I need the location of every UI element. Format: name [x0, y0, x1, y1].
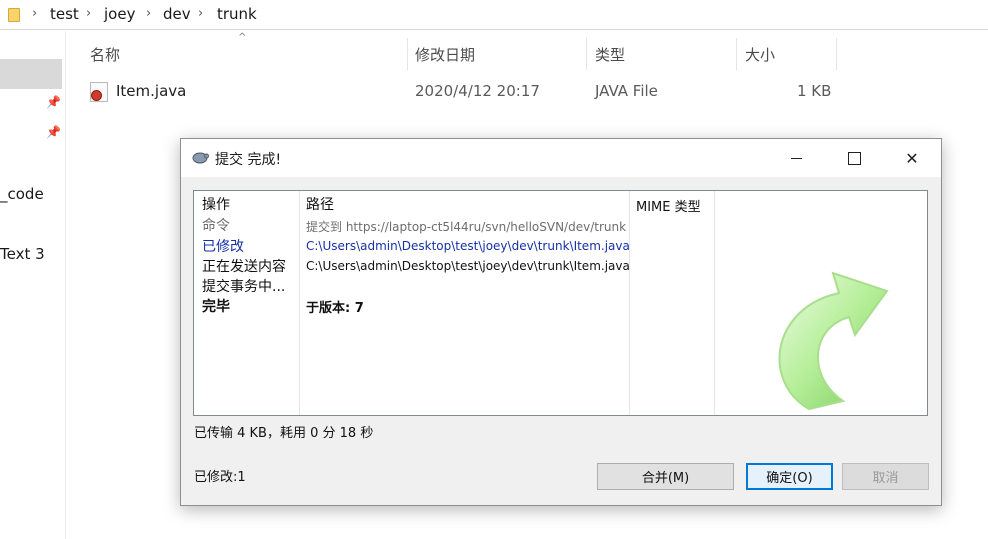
- commit-finished-dialog: 提交 完成! ✕ 操作 路径 MIME 类型 命令 提交到 https://la…: [180, 138, 942, 506]
- column-divider[interactable]: [714, 191, 715, 415]
- ok-button[interactable]: 确定(O): [746, 463, 833, 490]
- transfer-status: 已传输 4 KB，耗用 0 分 18 秒: [194, 426, 374, 441]
- file-name[interactable]: Item.java: [116, 82, 186, 100]
- file-modified-date: 2020/4/12 20:17: [415, 82, 540, 100]
- column-header-action[interactable]: 操作: [202, 194, 230, 214]
- pin-icon: 📌: [46, 95, 61, 109]
- sort-ascending-icon: ^: [238, 32, 247, 43]
- log-row-revision: 于版本: 7: [306, 301, 364, 316]
- log-row-path: C:\Users\admin\Desktop\test\joey\dev\tru…: [306, 259, 630, 273]
- pin-icon: 📌: [46, 125, 61, 139]
- breadcrumb-item[interactable]: test: [50, 5, 79, 23]
- modified-count: 已修改:1: [194, 470, 246, 485]
- minimize-button[interactable]: [767, 139, 825, 177]
- close-button[interactable]: ✕: [883, 139, 941, 177]
- chevron-right-icon: ›: [86, 6, 92, 21]
- column-divider[interactable]: [407, 38, 408, 70]
- dialog-title: 提交 完成!: [215, 152, 282, 168]
- chevron-right-icon: ›: [146, 6, 152, 21]
- java-file-modified-icon: [90, 82, 108, 102]
- file-size: 1 KB: [797, 82, 832, 100]
- nav-item-selected[interactable]: [0, 59, 62, 89]
- commit-log-list[interactable]: 操作 路径 MIME 类型 命令 提交到 https://laptop-ct5l…: [193, 190, 928, 416]
- maximize-button[interactable]: [825, 139, 883, 177]
- navigation-pane: 📌 📌 _code Text 3: [0, 31, 66, 539]
- dialog-titlebar[interactable]: 提交 完成! ✕: [181, 139, 941, 177]
- log-row-action: 提交事务中...: [202, 279, 286, 295]
- log-row-path: 提交到 https://laptop-ct5l44ru/svn/helloSVN…: [306, 220, 627, 234]
- column-header-type[interactable]: 类型: [595, 44, 625, 65]
- breadcrumb-item[interactable]: dev: [163, 5, 191, 23]
- column-divider[interactable]: [836, 38, 837, 70]
- column-header-name[interactable]: 名称: [90, 44, 120, 65]
- column-divider[interactable]: [586, 38, 587, 70]
- cancel-button[interactable]: 取消: [842, 463, 929, 490]
- column-divider[interactable]: [299, 191, 300, 415]
- column-header-size[interactable]: 大小: [745, 44, 775, 65]
- chevron-right-icon: ›: [198, 6, 204, 21]
- nav-item-label[interactable]: Text 3: [0, 245, 45, 263]
- log-row-action: 命令: [202, 218, 230, 234]
- tortoise-icon: [192, 152, 209, 164]
- breadcrumb-item[interactable]: trunk: [217, 5, 257, 23]
- column-header-mime[interactable]: MIME 类型: [636, 196, 701, 215]
- nav-item-label[interactable]: _code: [0, 185, 44, 203]
- column-header-path[interactable]: 路径: [306, 194, 334, 214]
- log-row-path: C:\Users\admin\Desktop\test\joey\dev\tru…: [306, 239, 630, 253]
- column-divider[interactable]: [736, 38, 737, 70]
- folder-icon: [8, 8, 20, 22]
- chevron-right-icon: ›: [32, 6, 38, 21]
- breadcrumb-item[interactable]: joey: [104, 5, 135, 23]
- commit-success-arrow-icon: [778, 271, 889, 411]
- column-header-modified[interactable]: 修改日期: [415, 44, 475, 65]
- log-row-action: 正在发送内容: [202, 259, 286, 275]
- file-type: JAVA File: [595, 82, 658, 100]
- log-row-action: 完毕: [202, 299, 230, 315]
- merge-button[interactable]: 合并(M): [597, 463, 734, 490]
- log-row-action: 已修改: [202, 239, 244, 255]
- address-breadcrumb: › test › joey › dev › trunk: [0, 0, 988, 30]
- column-divider[interactable]: [629, 191, 630, 415]
